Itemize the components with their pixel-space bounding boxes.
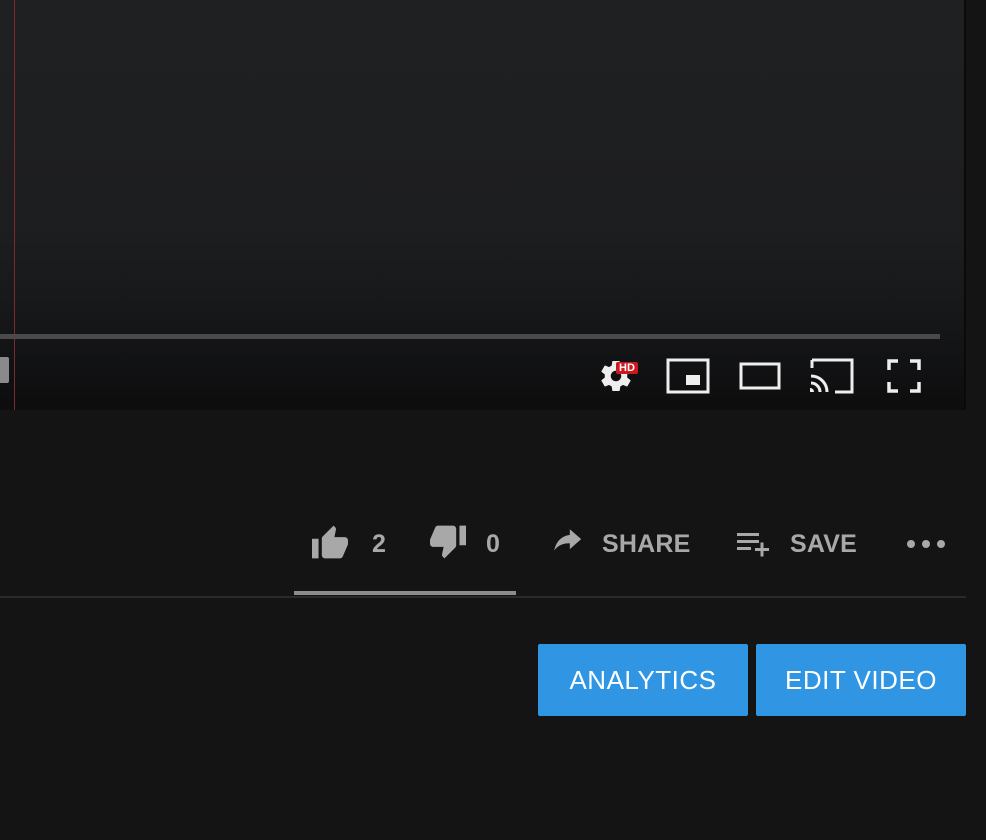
share-button[interactable]: SHARE [550,520,691,568]
more-actions-button[interactable] [902,520,946,568]
settings-button[interactable]: HD [594,354,638,398]
theater-mode-button[interactable] [738,354,782,398]
share-label: SHARE [602,529,691,558]
thumbs-up-icon [310,524,350,565]
edit-video-button[interactable]: EDIT VIDEO [756,644,966,716]
dislike-button[interactable]: 0 [428,520,500,568]
hd-badge: HD [616,362,638,374]
player-right-edge [964,0,966,410]
analytics-button[interactable]: ANALYTICS [538,644,748,716]
save-label: SAVE [790,529,858,558]
save-button[interactable]: SAVE [736,520,857,568]
thumbs-down-icon [428,524,468,565]
miniplayer-icon [666,358,710,394]
cast-button[interactable] [810,354,854,398]
watch-page: HD 2 0 SHARE SAVE ANALYTICS EDIT VIDEO [0,0,986,840]
share-arrow-icon [550,527,584,562]
miniplayer-button[interactable] [666,354,710,398]
video-player[interactable]: HD [0,0,964,410]
fullscreen-icon [886,358,922,394]
theater-mode-icon [739,362,781,390]
video-actions: 2 0 SHARE SAVE [0,520,986,568]
dislike-count: 0 [486,529,500,558]
cast-icon [809,358,855,394]
red-guide-line [14,0,15,410]
previous-control-edge[interactable] [0,357,9,383]
like-button[interactable]: 2 [310,520,386,568]
progress-bar[interactable] [0,334,940,339]
like-count: 2 [372,529,386,558]
sentiment-bar [294,591,516,595]
sentiment-bar-like-fill [294,591,516,595]
actions-divider [0,596,966,598]
fullscreen-button[interactable] [882,354,926,398]
playlist-add-icon [736,527,772,562]
more-horizontal-icon [902,535,946,554]
